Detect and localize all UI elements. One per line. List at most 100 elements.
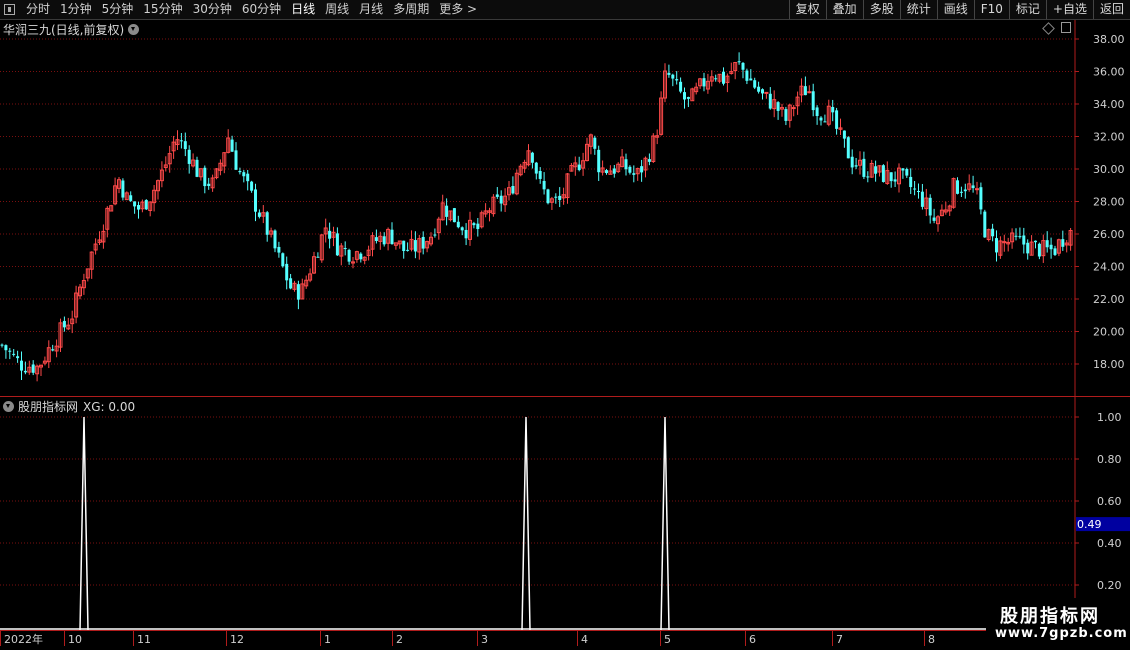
candle-body bbox=[62, 320, 66, 328]
candle-body bbox=[277, 246, 281, 253]
candle-body bbox=[640, 166, 644, 173]
candle-body bbox=[675, 79, 679, 81]
candle-body bbox=[761, 89, 764, 94]
candle-body bbox=[842, 130, 846, 139]
candle-body bbox=[683, 92, 686, 100]
candle-body bbox=[347, 249, 351, 262]
candle-body bbox=[542, 180, 546, 190]
candle-body bbox=[881, 165, 885, 182]
candle-body bbox=[722, 71, 725, 84]
candle-body bbox=[121, 180, 125, 198]
candle-body bbox=[289, 278, 293, 289]
candle-body bbox=[702, 78, 706, 87]
candle-body bbox=[23, 370, 27, 373]
candle-body bbox=[920, 191, 924, 207]
candle-body bbox=[554, 196, 558, 198]
candle-body bbox=[8, 350, 12, 352]
candle-body bbox=[757, 86, 761, 92]
candle-body bbox=[679, 81, 683, 92]
candle-body bbox=[250, 181, 254, 191]
candle-body bbox=[975, 188, 979, 191]
candle-body bbox=[593, 137, 597, 149]
candle-body bbox=[909, 176, 913, 188]
candle-body bbox=[850, 156, 854, 168]
candle-body bbox=[1014, 235, 1018, 237]
price-tick-label: 18.00 bbox=[1093, 358, 1125, 371]
candle-body bbox=[1037, 243, 1041, 257]
candle-body bbox=[823, 121, 827, 123]
candle-body bbox=[854, 165, 858, 167]
candle-body bbox=[296, 284, 300, 300]
candle-body bbox=[1049, 244, 1053, 250]
candle-body bbox=[714, 78, 718, 80]
candle-body bbox=[753, 80, 757, 88]
candle-body bbox=[31, 364, 35, 373]
candle-body bbox=[784, 109, 788, 121]
price-tick-label: 22.00 bbox=[1093, 293, 1125, 306]
candle-body bbox=[667, 72, 671, 75]
candle-body bbox=[230, 139, 234, 152]
candle-body bbox=[203, 167, 207, 187]
candle-body bbox=[254, 189, 257, 212]
candle-body bbox=[246, 173, 250, 182]
candle-body bbox=[433, 234, 437, 236]
price-tick-label: 36.00 bbox=[1093, 66, 1125, 79]
watermark-title: 股朋指标网 bbox=[1000, 606, 1100, 627]
candle-body bbox=[1053, 248, 1057, 255]
time-tick-label: 6 bbox=[749, 633, 756, 646]
candle-body bbox=[144, 199, 148, 210]
time-tick-label: 3 bbox=[481, 633, 488, 646]
price-tick-label: 26.00 bbox=[1093, 228, 1125, 241]
candle-body bbox=[745, 70, 749, 81]
candle-body bbox=[20, 360, 23, 371]
candle-body bbox=[242, 172, 246, 177]
candle-body bbox=[1045, 240, 1049, 248]
candle-body bbox=[406, 249, 410, 251]
candle-body bbox=[328, 230, 332, 239]
time-tick-label: 4 bbox=[581, 633, 588, 646]
candle-body bbox=[460, 227, 464, 231]
time-tick-label: 2 bbox=[396, 633, 403, 646]
candle-body bbox=[632, 173, 636, 175]
chevron-down-icon[interactable] bbox=[3, 401, 14, 412]
candle-body bbox=[546, 189, 550, 204]
candle-body bbox=[207, 183, 211, 186]
time-tick-label: 5 bbox=[664, 633, 671, 646]
candle-body bbox=[476, 223, 480, 230]
price-tick-label: 38.00 bbox=[1093, 33, 1125, 46]
candle-body bbox=[445, 205, 449, 217]
candle-body bbox=[281, 253, 285, 267]
candle-body bbox=[538, 170, 542, 179]
candle-body bbox=[12, 353, 16, 355]
candle-body bbox=[195, 159, 199, 177]
indicator-tick-label: 1.00 bbox=[1097, 411, 1122, 424]
candle-body bbox=[402, 240, 406, 252]
candle-body bbox=[628, 166, 632, 173]
xg-signal-spike bbox=[521, 416, 531, 631]
candle-body bbox=[511, 186, 515, 194]
indicator-tick-label: 0.40 bbox=[1097, 537, 1122, 550]
candle-body bbox=[137, 205, 140, 210]
candle-body bbox=[776, 102, 780, 111]
candle-body bbox=[959, 191, 963, 193]
candle-body bbox=[749, 78, 753, 81]
candle-body bbox=[257, 212, 261, 217]
price-tick-label: 30.00 bbox=[1093, 163, 1125, 176]
candle-body bbox=[811, 91, 815, 111]
indicator-value: XG: 0.00 bbox=[83, 399, 136, 414]
kline-chart[interactable]: 38.00 36.00 34.00 32.00 30.00 28.00 26.00 24.00… bbox=[0, 0, 1130, 650]
time-tick-label: 10 bbox=[68, 633, 82, 646]
candle-body bbox=[183, 141, 187, 150]
time-tick-label: 1 bbox=[324, 633, 331, 646]
candle-body bbox=[819, 117, 823, 121]
indicator-title: 股朋指标网 bbox=[18, 400, 79, 414]
candle-body bbox=[893, 179, 897, 182]
candle-body bbox=[343, 248, 347, 250]
candle-body bbox=[558, 195, 562, 201]
candle-body bbox=[179, 140, 183, 142]
candle-body bbox=[905, 169, 909, 176]
time-tick-label: 12 bbox=[230, 633, 244, 646]
candle-body bbox=[647, 159, 651, 162]
candle-body bbox=[932, 217, 936, 221]
candle-body bbox=[835, 110, 839, 129]
